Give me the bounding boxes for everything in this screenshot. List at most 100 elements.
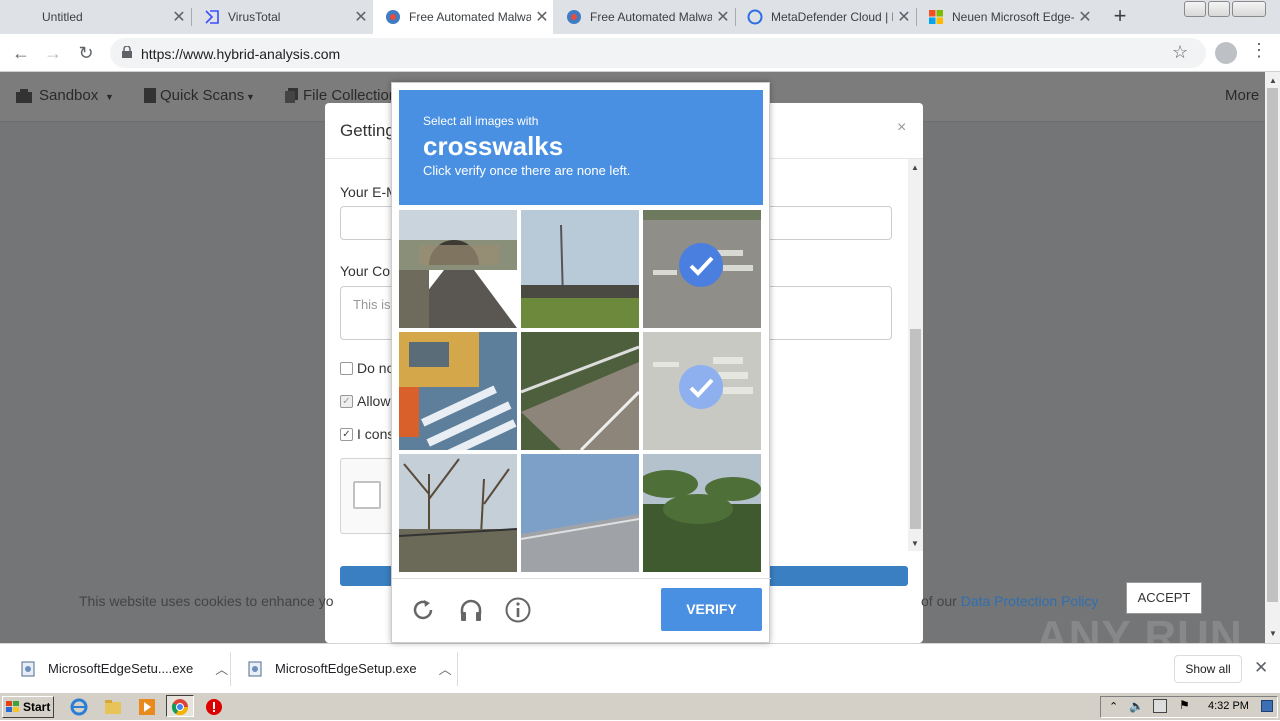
captcha-header: Select all images with crosswalks Click … bbox=[399, 90, 763, 205]
captcha-tile-9[interactable] bbox=[643, 454, 761, 572]
download-item[interactable]: MicrosoftEdgeSetup.exe ︿ bbox=[247, 644, 452, 693]
explorer-folder-icon[interactable] bbox=[104, 698, 122, 716]
windows-logo-icon bbox=[6, 701, 19, 712]
tab-strip: Untitled ✕ VirusTotal ✕ Free Automated M… bbox=[0, 0, 1280, 34]
close-tab-icon[interactable]: ✕ bbox=[712, 7, 734, 27]
taskbar-chrome-button[interactable] bbox=[166, 695, 194, 717]
taskbar: Start ⌃ 🔈 ⚑ 4:32 PM bbox=[0, 692, 1280, 720]
reload-icon[interactable] bbox=[409, 596, 437, 624]
tab-microsoft-edge[interactable]: Neuen Microsoft Edge-B ✕ bbox=[916, 0, 1096, 34]
info-icon[interactable] bbox=[504, 596, 532, 624]
close-tab-icon[interactable]: ✕ bbox=[350, 7, 372, 27]
media-player-icon[interactable] bbox=[138, 698, 156, 716]
close-tab-icon[interactable]: ✕ bbox=[168, 7, 190, 27]
address-bar[interactable]: https://www.hybrid-analysis.com ☆ bbox=[110, 38, 1206, 68]
scroll-thumb[interactable] bbox=[910, 329, 921, 529]
reload-icon[interactable]: ↻ bbox=[73, 40, 99, 66]
tab-virustotal[interactable]: VirusTotal ✕ bbox=[192, 0, 372, 34]
menu-dots-icon[interactable]: ⋮ bbox=[1250, 40, 1268, 61]
cookie-text-of-our: of our bbox=[921, 593, 957, 609]
checkbox-label: I cons bbox=[357, 426, 395, 442]
captcha-tile-7[interactable] bbox=[399, 454, 517, 572]
modal-scrollbar[interactable]: ▲ ▼ bbox=[908, 159, 923, 551]
comment-label: Your Cor bbox=[340, 263, 395, 279]
close-tab-icon[interactable]: ✕ bbox=[893, 7, 915, 27]
tray-expand-icon[interactable]: ⌃ bbox=[1109, 700, 1118, 713]
forward-arrow-icon[interactable]: → bbox=[40, 40, 66, 66]
page-scrollbar[interactable]: ▲ ▼ bbox=[1265, 72, 1280, 643]
captcha-keyword: crosswalks bbox=[423, 131, 564, 161]
checkbox-checked-icon[interactable]: ✓ bbox=[340, 394, 353, 408]
accept-cookies-button[interactable]: ACCEPT bbox=[1126, 582, 1202, 614]
captcha-tile-3-selected[interactable] bbox=[643, 210, 761, 328]
scroll-down-arrow-icon[interactable]: ▼ bbox=[1269, 629, 1277, 638]
checkbox-do-not[interactable]: Do no bbox=[340, 360, 394, 376]
captcha-tile-6-selected[interactable] bbox=[643, 332, 761, 450]
checkbox-label: Allow bbox=[357, 393, 391, 409]
chevron-up-icon[interactable]: ︿ bbox=[215, 659, 228, 678]
minimize-button[interactable] bbox=[1184, 1, 1206, 17]
bookmark-star-icon[interactable]: ☆ bbox=[1172, 42, 1188, 63]
tab-hybrid-analysis-active[interactable]: Free Automated Malware ✕ bbox=[373, 0, 553, 34]
show-desktop-icon[interactable] bbox=[1261, 700, 1273, 712]
chevron-up-icon[interactable]: ︿ bbox=[439, 659, 452, 678]
email-label: Your E-M bbox=[340, 184, 398, 200]
red-stop-icon[interactable] bbox=[205, 698, 223, 716]
divider bbox=[392, 578, 771, 579]
scroll-up-arrow-icon[interactable]: ▲ bbox=[1269, 76, 1277, 85]
profile-avatar-icon[interactable] bbox=[1215, 42, 1237, 64]
url-text: https://www.hybrid-analysis.com bbox=[141, 46, 341, 62]
virustotal-icon bbox=[204, 9, 220, 25]
start-button[interactable]: Start bbox=[2, 696, 54, 718]
clock: 4:32 PM bbox=[1208, 700, 1249, 712]
captcha-hint: Click verify once there are none left. bbox=[423, 163, 631, 178]
checkbox-consent[interactable]: ✓ I cons bbox=[340, 426, 394, 442]
checkbox-allow[interactable]: ✓ Allow bbox=[340, 393, 390, 409]
captcha-tile-5[interactable] bbox=[521, 332, 639, 450]
checkbox-checked-icon[interactable]: ✓ bbox=[340, 427, 353, 441]
tab-metadefender[interactable]: MetaDefender Cloud | R ✕ bbox=[735, 0, 915, 34]
close-tab-icon[interactable]: ✕ bbox=[1074, 7, 1096, 27]
tab-title: Free Automated Malware bbox=[590, 10, 712, 24]
divider bbox=[457, 652, 458, 686]
installer-file-icon bbox=[248, 661, 262, 676]
internet-explorer-icon[interactable] bbox=[70, 698, 88, 716]
headphones-icon[interactable] bbox=[457, 596, 485, 624]
maximize-button[interactable] bbox=[1208, 1, 1230, 17]
recaptcha-checkbox[interactable] bbox=[353, 481, 381, 509]
data-protection-link[interactable]: Data Protection Policy bbox=[961, 593, 1099, 609]
download-item[interactable]: MicrosoftEdgeSetu....exe ︿ bbox=[20, 644, 228, 693]
tab-title: Free Automated Malware bbox=[409, 10, 531, 24]
scroll-down-arrow-icon[interactable]: ▼ bbox=[911, 539, 919, 548]
captcha-tile-8[interactable] bbox=[521, 454, 639, 572]
download-filename: MicrosoftEdgeSetup.exe bbox=[275, 661, 417, 676]
captcha-tile-4[interactable] bbox=[399, 332, 517, 450]
verify-button[interactable]: VERIFY bbox=[661, 588, 762, 631]
captcha-challenge: Select all images with crosswalks Click … bbox=[391, 82, 771, 643]
hybrid-analysis-icon bbox=[566, 9, 582, 25]
tab-untitled[interactable]: Untitled ✕ bbox=[30, 0, 190, 34]
close-tab-icon[interactable]: ✕ bbox=[531, 7, 553, 27]
scroll-up-arrow-icon[interactable]: ▲ bbox=[911, 163, 919, 172]
show-all-button[interactable]: Show all bbox=[1174, 655, 1242, 683]
captcha-tile-2[interactable] bbox=[521, 210, 639, 328]
new-tab-button[interactable]: + bbox=[1108, 4, 1132, 30]
volume-icon[interactable]: 🔈 bbox=[1129, 699, 1144, 713]
scroll-thumb[interactable] bbox=[1267, 88, 1278, 602]
close-icon[interactable]: × bbox=[897, 119, 906, 137]
tab-title: MetaDefender Cloud | R bbox=[771, 10, 893, 24]
captcha-tile-1[interactable] bbox=[399, 210, 517, 328]
checkbox-icon[interactable] bbox=[340, 361, 353, 375]
tab-title: Untitled bbox=[42, 10, 83, 24]
start-label: Start bbox=[23, 700, 51, 714]
network-icon[interactable] bbox=[1153, 699, 1167, 713]
tab-title: VirusTotal bbox=[228, 10, 281, 24]
modal-title: Getting bbox=[340, 121, 395, 140]
flag-icon[interactable]: ⚑ bbox=[1179, 698, 1190, 712]
close-window-button[interactable] bbox=[1232, 1, 1266, 17]
back-arrow-icon[interactable]: ← bbox=[8, 40, 34, 66]
tab-hybrid-analysis[interactable]: Free Automated Malware ✕ bbox=[554, 0, 734, 34]
close-icon[interactable]: ✕ bbox=[1254, 658, 1268, 678]
tab-title: Neuen Microsoft Edge-B bbox=[952, 10, 1074, 24]
check-icon bbox=[679, 365, 723, 409]
